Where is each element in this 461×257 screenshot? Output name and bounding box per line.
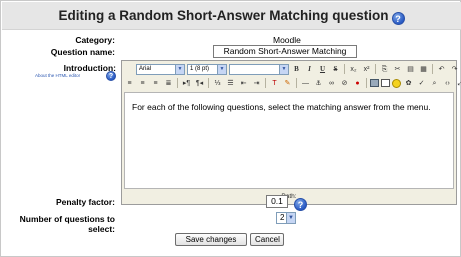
num-questions-label: Number of questions to select: <box>19 214 115 234</box>
toolbar-separator <box>366 78 367 88</box>
align-center-icon[interactable]: ≡ <box>137 78 148 89</box>
justify-icon[interactable]: ≣ <box>163 78 174 89</box>
page-title-bar: Editing a Random Short-Answer Matching q… <box>2 2 461 30</box>
insert-image-icon[interactable] <box>370 79 379 87</box>
nolink-icon[interactable]: ● <box>352 78 363 89</box>
toolbar-separator <box>296 78 297 88</box>
subscript-icon[interactable]: x₂ <box>348 64 359 75</box>
chevron-down-icon: ▼ <box>175 64 184 74</box>
save-button[interactable]: Save changes <box>175 233 247 246</box>
font-size-select[interactable]: 1 (8 pt) ▼ <box>187 63 227 75</box>
editor-content-area[interactable]: For each of the following questions, sel… <box>124 92 454 189</box>
help-icon[interactable]: ? <box>391 12 405 25</box>
outdent-icon[interactable]: ⇤ <box>238 78 249 89</box>
fullscreen-icon[interactable]: ⤢ <box>455 78 461 89</box>
category-label: Category: <box>75 35 115 45</box>
align-right-icon[interactable]: ≡ <box>150 78 161 89</box>
cancel-button[interactable]: Cancel <box>250 233 284 246</box>
font-size-value: 1 (8 pt) <box>190 65 210 72</box>
editor-toolbar-row-1: Arial ▼ 1 (8 pt) ▼ ▼ B I U S x₂ x² ⎘ ✂ ▤ ▦… <box>124 62 460 76</box>
smiley-icon[interactable] <box>392 78 401 88</box>
paste-icon[interactable]: ▤ <box>405 64 416 75</box>
num-questions-value: 2 <box>280 213 285 222</box>
chevron-down-icon: ▼ <box>279 64 288 74</box>
question-name-input[interactable]: Random Short-Answer Matching <box>213 45 357 58</box>
insert-table-icon[interactable] <box>381 79 390 87</box>
font-family-value: Arial <box>139 65 152 72</box>
text-color-icon[interactable]: T <box>269 78 280 89</box>
font-family-select[interactable]: Arial ▼ <box>136 63 185 75</box>
indent-icon[interactable]: ⇥ <box>251 78 262 89</box>
penalty-help-icon[interactable]: ? <box>294 198 307 211</box>
paragraph-format-select[interactable]: ▼ <box>229 63 289 75</box>
editor-path-bar: Path: <box>281 193 297 200</box>
bold-icon[interactable]: B <box>291 64 302 75</box>
underline-icon[interactable]: U <box>317 64 328 75</box>
special-char-icon[interactable]: ✿ <box>403 78 414 89</box>
penalty-factor-label: Penalty factor: <box>55 197 115 207</box>
html-editor-help-link[interactable]: About the HTML editor <box>35 73 80 78</box>
form-frame: Editing a Random Short-Answer Matching q… <box>0 0 461 257</box>
editor-toolbar-row-2: ≡ ≡ ≡ ≣ ▸¶ ¶◂ ⅓ ☰ ⇤ ⇥ T ✎ — ⚓ ∞ ⊘ ● ✿ ✓ … <box>124 76 461 90</box>
page-title: Editing a Random Short-Answer Matching q… <box>58 8 389 23</box>
editor-help-icon[interactable]: ? <box>106 71 116 81</box>
category-value: Moodle <box>273 35 301 45</box>
toolbar-separator <box>177 78 178 88</box>
clean-word-icon[interactable]: ▦ <box>418 64 429 75</box>
anchor-icon[interactable]: ⚓ <box>313 78 324 89</box>
html-editor: Arial ▼ 1 (8 pt) ▼ ▼ B I U S x₂ x² ⎘ ✂ ▤ ▦… <box>121 60 461 205</box>
strikethrough-icon[interactable]: S <box>330 64 341 75</box>
italic-icon[interactable]: I <box>304 64 315 75</box>
search-replace-icon[interactable]: ⌕ <box>429 78 440 89</box>
toolbar-separator <box>265 78 266 88</box>
copy-icon[interactable]: ⎘ <box>379 64 390 75</box>
superscript-icon[interactable]: x² <box>361 64 372 75</box>
html-source-icon[interactable]: ‹› <box>442 78 453 89</box>
chevron-down-icon: ▼ <box>217 64 226 74</box>
link-icon[interactable]: ∞ <box>326 78 337 89</box>
horizontal-rule-icon[interactable]: — <box>300 78 311 89</box>
spellcheck-icon[interactable]: ✓ <box>416 78 427 89</box>
cut-icon[interactable]: ✂ <box>392 64 403 75</box>
toolbar-separator <box>208 78 209 88</box>
num-questions-select[interactable]: 2 ▼ <box>276 212 296 224</box>
redo-icon[interactable]: ↷ <box>449 64 460 75</box>
align-left-icon[interactable]: ≡ <box>124 78 135 89</box>
unlink-icon[interactable]: ⊘ <box>339 78 350 89</box>
question-name-label: Question name: <box>50 47 115 57</box>
unordered-list-icon[interactable]: ☰ <box>225 78 236 89</box>
ltr-icon[interactable]: ▸¶ <box>181 78 192 89</box>
undo-icon[interactable]: ↶ <box>436 64 447 75</box>
ordered-list-icon[interactable]: ⅓ <box>212 78 223 89</box>
introduction-label: Introduction: <box>63 63 116 73</box>
penalty-factor-input[interactable]: 0.1 <box>266 195 288 208</box>
introduction-text: For each of the following questions, sel… <box>132 102 431 112</box>
toolbar-separator <box>432 64 433 74</box>
toolbar-separator <box>344 64 345 74</box>
toolbar-separator <box>375 64 376 74</box>
background-color-icon[interactable]: ✎ <box>282 78 293 89</box>
chevron-down-icon: ▼ <box>286 213 295 223</box>
rtl-icon[interactable]: ¶◂ <box>194 78 205 89</box>
